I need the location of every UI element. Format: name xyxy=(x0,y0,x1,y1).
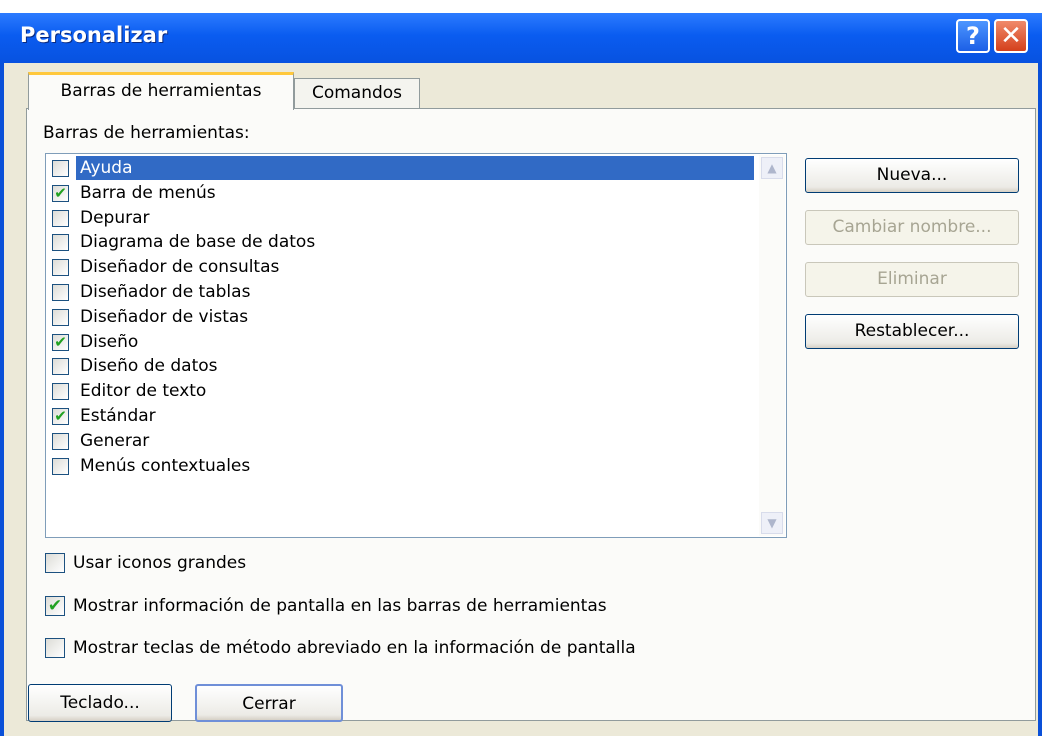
list-item-checkbox[interactable] xyxy=(52,358,69,376)
large-icons-label: Usar iconos grandes xyxy=(73,553,247,573)
list-item-checkbox[interactable] xyxy=(52,284,69,301)
list-item[interactable]: Diseñador de vistas xyxy=(50,305,750,330)
check-icon: ✔ xyxy=(47,596,63,616)
list-item[interactable]: Generar xyxy=(50,429,750,454)
large-icons-checkbox[interactable] xyxy=(45,553,65,573)
toolbars-list-label: Barras de herramientas: xyxy=(43,123,250,143)
list-item[interactable]: ✔ Estándar xyxy=(50,404,750,429)
show-tooltips-checkbox[interactable]: ✔ xyxy=(45,596,65,616)
check-icon: ✔ xyxy=(54,407,67,425)
list-item-label: Diseño xyxy=(80,331,139,352)
list-item[interactable]: Depurar xyxy=(50,206,750,231)
show-tooltips-label: Mostrar información de pantalla en las b… xyxy=(73,596,607,616)
help-button[interactable]: ? xyxy=(956,19,990,53)
list-item[interactable]: ✔ Barra de menús xyxy=(50,181,750,206)
list-item-checkbox[interactable]: ✔ xyxy=(52,332,69,351)
list-item-checkbox[interactable] xyxy=(52,383,69,401)
list-item-checkbox[interactable]: ✔ xyxy=(52,183,69,202)
rename-toolbar-button[interactable]: Cambiar nombre... xyxy=(805,210,1019,245)
list-item-label: Diseñador de tablas xyxy=(80,282,251,302)
help-icon: ? xyxy=(966,22,980,50)
list-item-label: Estándar xyxy=(80,406,156,426)
close-dialog-button[interactable]: Cerrar xyxy=(195,684,343,722)
list-item-checkbox[interactable] xyxy=(52,209,69,227)
check-icon: ✔ xyxy=(54,183,67,202)
list-item[interactable]: Diagrama de base de datos xyxy=(50,230,750,255)
listbox-scrollbar[interactable]: ▲ ▼ xyxy=(759,155,785,536)
delete-toolbar-button[interactable]: Eliminar xyxy=(805,262,1019,297)
list-item[interactable]: ✔ Diseño xyxy=(50,330,750,355)
customize-dialog: Personalizar ? ✕ Barras de herramientas … xyxy=(0,0,1042,736)
close-icon: ✕ xyxy=(1000,21,1022,51)
show-shortcuts-label: Mostrar teclas de método abreviado en la… xyxy=(73,638,636,658)
list-item-label: Barra de menús xyxy=(80,182,216,203)
list-item-label: Diseñador de consultas xyxy=(80,257,280,278)
tab-commands[interactable]: Comandos xyxy=(294,78,420,109)
list-item-label: Diagrama de base de datos xyxy=(80,232,316,253)
list-item-label: Diseñador de vistas xyxy=(80,306,249,327)
tab-toolbars[interactable]: Barras de herramientas xyxy=(28,72,294,110)
check-icon: ✔ xyxy=(54,332,67,351)
list-item-checkbox[interactable] xyxy=(52,234,69,252)
list-item[interactable]: Diseñador de consultas xyxy=(50,255,750,280)
new-toolbar-button[interactable]: Nueva... xyxy=(805,158,1019,193)
scroll-up-icon[interactable]: ▲ xyxy=(761,157,783,179)
list-item[interactable]: Editor de texto xyxy=(50,379,750,404)
list-item[interactable]: Menús contextuales xyxy=(50,454,750,479)
list-item-checkbox[interactable] xyxy=(52,259,69,277)
tab-panel-toolbars: Barras de herramientas: Ayuda ✔ Barra de m… xyxy=(26,108,1036,721)
close-window-button[interactable]: ✕ xyxy=(994,19,1028,53)
list-item-label: Diseño de datos xyxy=(80,356,218,377)
list-item-label: Depurar xyxy=(80,207,150,228)
list-item[interactable]: Ayuda xyxy=(50,156,754,181)
list-item-label: Ayuda xyxy=(76,156,754,180)
list-item-checkbox[interactable] xyxy=(52,160,69,177)
list-item-checkbox[interactable] xyxy=(52,432,69,450)
dialog-client-area: Barras de herramientas Comandos Barras d… xyxy=(4,63,1038,736)
list-item[interactable]: Diseñador de tablas xyxy=(50,280,750,305)
list-item-checkbox[interactable] xyxy=(52,308,69,326)
list-item-label: Editor de texto xyxy=(80,381,207,402)
list-item-label: Generar xyxy=(80,430,150,451)
toolbars-listbox[interactable]: Ayuda ✔ Barra de menús Depurar Diagrama de b… xyxy=(45,153,787,538)
reset-toolbar-button[interactable]: Restablecer... xyxy=(805,314,1019,349)
list-item-checkbox[interactable]: ✔ xyxy=(52,408,69,425)
keyboard-button[interactable]: Teclado... xyxy=(28,684,172,722)
list-item-label: Menús contextuales xyxy=(80,455,251,476)
list-item[interactable]: Diseño de datos xyxy=(50,354,750,379)
dialog-title: Personalizar xyxy=(20,23,168,47)
scroll-down-icon[interactable]: ▼ xyxy=(761,512,783,534)
show-shortcuts-checkbox[interactable] xyxy=(45,638,65,658)
title-bar-top-edge xyxy=(0,0,1042,13)
list-item-checkbox[interactable] xyxy=(52,457,69,475)
